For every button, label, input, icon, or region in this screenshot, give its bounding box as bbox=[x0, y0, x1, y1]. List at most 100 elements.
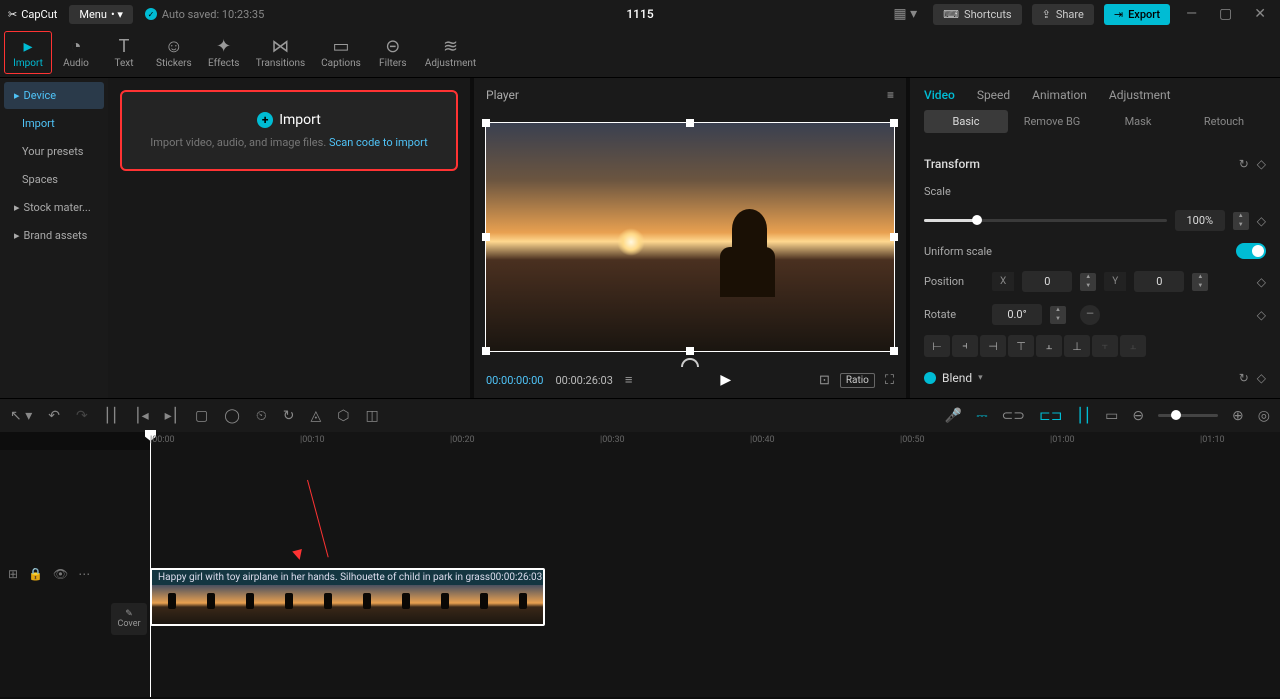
align-center-v-icon[interactable]: ⫠ bbox=[1036, 335, 1062, 357]
sidebar-item-spaces[interactable]: Spaces bbox=[4, 166, 104, 193]
tl-lock-icon[interactable]: 🔒 bbox=[28, 567, 43, 581]
x-stepper[interactable]: ▲▼ bbox=[1080, 273, 1096, 291]
crop-icon[interactable]: ◫ bbox=[366, 408, 379, 424]
flip-tool-icon[interactable]: ⬡ bbox=[337, 408, 349, 424]
tl-mute-icon[interactable]: ⋯ bbox=[78, 567, 90, 581]
minimize-icon[interactable]: — bbox=[1180, 6, 1203, 22]
delete-icon[interactable]: ▢ bbox=[195, 408, 208, 424]
import-box[interactable]: +Import Import video, audio, and image f… bbox=[120, 90, 458, 171]
blend-reset-icon[interactable]: ↻ bbox=[1239, 371, 1249, 385]
fullscreen-icon[interactable]: ⛶ bbox=[885, 373, 894, 388]
levels-icon[interactable]: ≡ bbox=[625, 372, 633, 388]
tool-audio[interactable]: ◔Audio bbox=[52, 32, 100, 73]
menu-button[interactable]: Menu • ▾ bbox=[69, 5, 133, 24]
tool-filters[interactable]: ⊝Filters bbox=[369, 32, 417, 73]
text-icon: T bbox=[119, 36, 130, 56]
snap-icon[interactable]: ⊏⊐ bbox=[1039, 408, 1062, 424]
tab-adjustment[interactable]: Adjustment bbox=[1109, 88, 1171, 102]
tool-transitions[interactable]: ⋈Transitions bbox=[248, 32, 313, 73]
shortcuts-button[interactable]: ⌨ Shortcuts bbox=[933, 4, 1021, 25]
cut-mode-icon[interactable]: ⎮⎮ bbox=[1076, 408, 1091, 424]
sidebar-item-device[interactable]: ▸Device bbox=[4, 82, 104, 109]
zoom-slider[interactable] bbox=[1158, 414, 1218, 417]
fit-icon[interactable]: ◎ bbox=[1258, 408, 1270, 424]
rotate-tool-icon[interactable]: ↻ bbox=[283, 408, 295, 424]
scale-slider[interactable] bbox=[924, 219, 1167, 222]
redo-icon[interactable]: ↷ bbox=[76, 408, 88, 424]
mic-icon[interactable]: 🎤 bbox=[945, 408, 962, 424]
tool-adjustment[interactable]: ≋Adjustment bbox=[417, 32, 484, 73]
rotate-keyframe-icon[interactable]: ◇ bbox=[1257, 308, 1266, 322]
sidebar-item-import[interactable]: Import bbox=[4, 110, 104, 137]
align-top-icon[interactable]: ⊤ bbox=[1008, 335, 1034, 357]
align-center-h-icon[interactable]: ⫞ bbox=[952, 335, 978, 357]
tool-captions[interactable]: ▭Captions bbox=[313, 32, 369, 73]
split-icon[interactable]: ⎮⎮ bbox=[104, 408, 119, 424]
tool-stickers[interactable]: ☺Stickers bbox=[148, 32, 200, 73]
uniform-scale-toggle[interactable] bbox=[1236, 243, 1266, 259]
timeline-tracks[interactable]: Happy girl with toy airplane in her hand… bbox=[147, 450, 1280, 697]
player-canvas[interactable] bbox=[474, 112, 906, 362]
sidebar-item-brand[interactable]: ▸Brand assets bbox=[4, 222, 104, 249]
scale-keyframe-icon[interactable]: ◇ bbox=[1257, 214, 1266, 228]
align-left-icon[interactable]: ⊢ bbox=[924, 335, 950, 357]
close-icon[interactable]: ✕ bbox=[1248, 6, 1272, 22]
export-button[interactable]: ⇥ Export bbox=[1104, 4, 1170, 25]
tab-animation[interactable]: Animation bbox=[1032, 88, 1087, 102]
preview-icon[interactable]: ▭ bbox=[1105, 408, 1118, 424]
tool-import[interactable]: ▸Import bbox=[4, 31, 52, 74]
tool-effects[interactable]: ✦Effects bbox=[200, 32, 248, 73]
timeline-ruler[interactable]: |00:00 |00:10 |00:20 |00:30 |00:40 |00:5… bbox=[150, 432, 1280, 450]
tl-layers-icon[interactable]: ⊞ bbox=[8, 567, 18, 581]
zoom-out-icon[interactable]: ⊖ bbox=[1132, 408, 1144, 424]
ratio-button[interactable]: Ratio bbox=[840, 373, 875, 388]
canvas-frame[interactable] bbox=[485, 122, 895, 352]
scale-input[interactable] bbox=[1175, 210, 1225, 231]
video-clip[interactable]: Happy girl with toy airplane in her hand… bbox=[150, 568, 545, 626]
mirror-icon[interactable]: ◬ bbox=[311, 408, 322, 424]
scale-stepper[interactable]: ▲▼ bbox=[1233, 212, 1249, 230]
position-y-input[interactable] bbox=[1134, 271, 1184, 292]
subtab-mask[interactable]: Mask bbox=[1096, 110, 1180, 133]
y-stepper[interactable]: ▲▼ bbox=[1192, 273, 1208, 291]
sidebar-item-presets[interactable]: Your presets bbox=[4, 138, 104, 165]
rotate-stepper[interactable]: ▲▼ bbox=[1050, 306, 1066, 324]
link-icon[interactable]: ⊂⊃ bbox=[1002, 408, 1025, 424]
tab-speed[interactable]: Speed bbox=[977, 88, 1010, 102]
rotate-handle-icon[interactable] bbox=[681, 358, 699, 367]
zoom-in-icon[interactable]: ⊕ bbox=[1232, 408, 1244, 424]
split-left-icon[interactable]: ⎮◂ bbox=[134, 408, 148, 424]
flip-icon[interactable]: — bbox=[1080, 305, 1100, 325]
undo-icon[interactable]: ↶ bbox=[48, 408, 60, 424]
cover-button[interactable]: ✎Cover bbox=[111, 603, 147, 635]
layout-icon[interactable]: ▦ ▾ bbox=[887, 6, 923, 22]
tl-eye-icon[interactable]: 👁 bbox=[53, 567, 68, 581]
align-bottom-icon[interactable]: ⊥ bbox=[1064, 335, 1090, 357]
magnet-icon[interactable]: ⎓ bbox=[976, 408, 987, 424]
sidebar-item-stock[interactable]: ▸Stock mater... bbox=[4, 194, 104, 221]
select-tool-icon[interactable]: ↖ ▾ bbox=[10, 408, 32, 424]
position-label: Position bbox=[924, 275, 984, 288]
share-button[interactable]: ⇪ Share bbox=[1032, 4, 1094, 25]
subtab-basic[interactable]: Basic bbox=[924, 110, 1008, 133]
player-menu-icon[interactable]: ≡ bbox=[887, 88, 894, 102]
position-x-input[interactable] bbox=[1022, 271, 1072, 292]
tool-text[interactable]: TText bbox=[100, 32, 148, 73]
subtab-removebg[interactable]: Remove BG bbox=[1010, 110, 1094, 133]
reset-icon[interactable]: ↻ bbox=[1239, 157, 1249, 171]
split-right-icon[interactable]: ▸⎮ bbox=[165, 408, 179, 424]
scan-code-link[interactable]: Scan code to import bbox=[329, 136, 428, 149]
mark-icon[interactable]: ◯ bbox=[224, 408, 240, 424]
align-right-icon[interactable]: ⊣ bbox=[980, 335, 1006, 357]
blend-check-icon[interactable] bbox=[924, 372, 936, 384]
position-keyframe-icon[interactable]: ◇ bbox=[1257, 275, 1266, 289]
subtab-retouch[interactable]: Retouch bbox=[1182, 110, 1266, 133]
maximize-icon[interactable]: ▢ bbox=[1213, 6, 1238, 22]
keyframe-icon[interactable]: ◇ bbox=[1257, 157, 1266, 171]
play-button[interactable]: ▶ bbox=[720, 372, 731, 388]
tab-video[interactable]: Video bbox=[924, 88, 955, 102]
rotate-input[interactable] bbox=[992, 304, 1042, 325]
blend-keyframe-icon[interactable]: ◇ bbox=[1257, 371, 1266, 385]
speed-icon[interactable]: ⏲ bbox=[256, 408, 267, 424]
scan-icon[interactable]: ⊡ bbox=[819, 373, 830, 388]
